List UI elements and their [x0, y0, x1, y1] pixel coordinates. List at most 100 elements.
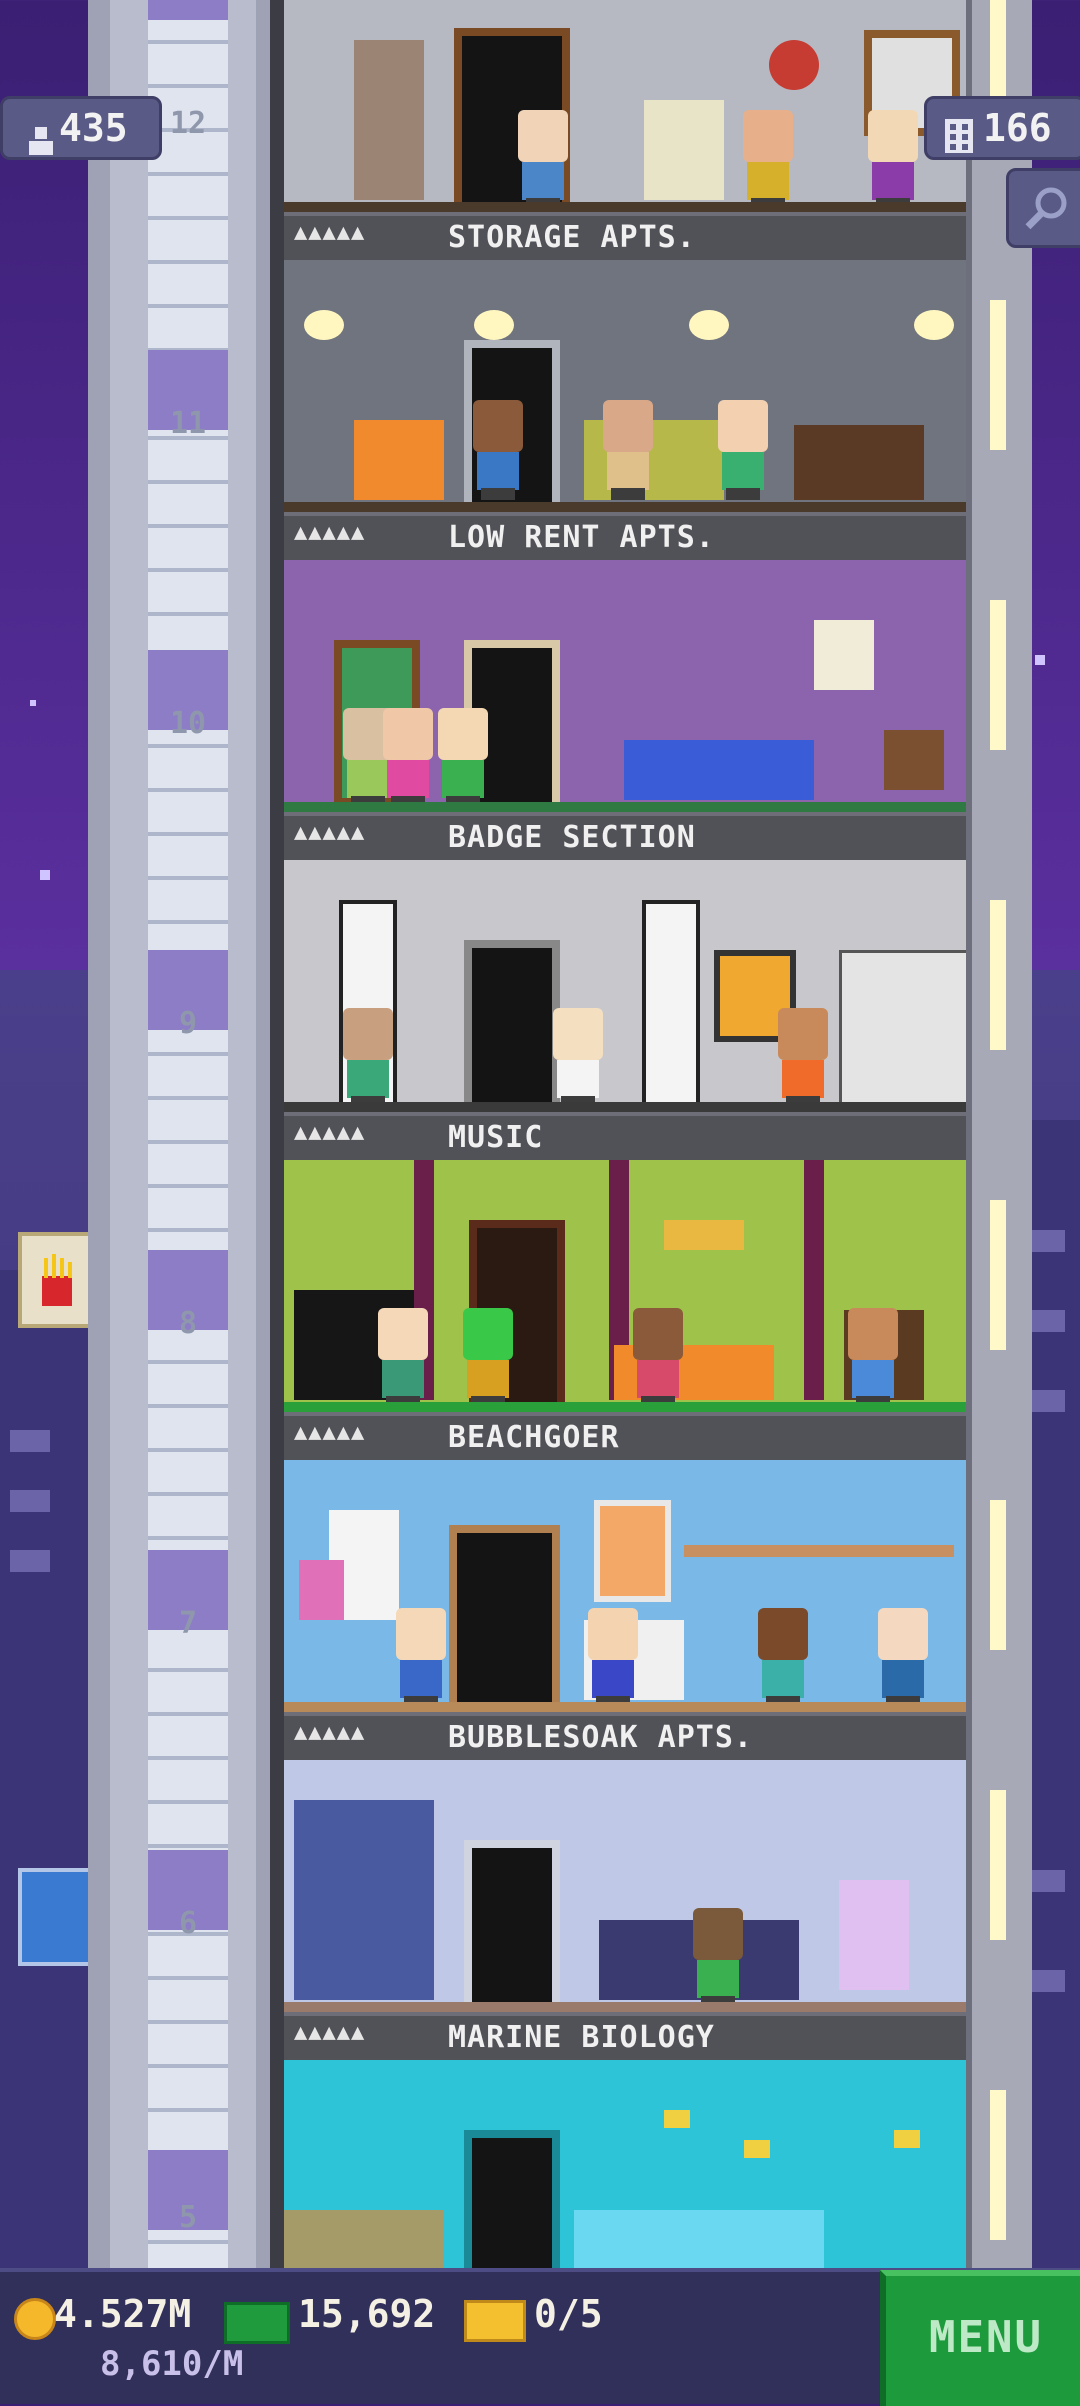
coin-icon — [14, 2298, 56, 2340]
ceiling-light — [304, 310, 344, 340]
floor-stars: ▲▲▲▲▲ — [294, 220, 366, 245]
bitizen[interactable] — [754, 1608, 812, 1708]
menu-button[interactable]: MENU — [880, 2270, 1080, 2406]
bitizen[interactable] — [774, 1008, 832, 1108]
bitizen[interactable] — [629, 1308, 687, 1408]
wall-shelf — [684, 1545, 954, 1557]
tickets-value: 0/5 — [534, 2292, 603, 2336]
floor-stars: ▲▲▲▲▲ — [294, 820, 366, 845]
floor-name: STORAGE APTS. — [448, 220, 696, 255]
retro-computer — [644, 100, 724, 200]
vanity-mirror — [839, 1880, 909, 1990]
bitizen[interactable] — [739, 110, 797, 210]
bitizen[interactable] — [584, 1608, 642, 1708]
bitizen[interactable] — [392, 1608, 450, 1708]
bitizen[interactable] — [374, 1308, 432, 1408]
sky-star — [1035, 655, 1045, 665]
bitizen[interactable] — [874, 1608, 932, 1708]
bitizen[interactable] — [459, 1308, 517, 1408]
stories-value: 166 — [983, 106, 1052, 150]
floor-name: BUBBLESOAK APTS. — [448, 1720, 753, 1755]
floor-marine-biology[interactable] — [284, 1760, 966, 2012]
sky-star — [40, 870, 50, 880]
blue-sofa — [624, 740, 814, 800]
curtain — [804, 1160, 824, 1400]
floor-number: 11 — [169, 406, 207, 441]
television — [794, 425, 924, 500]
population-counter[interactable]: 435 — [0, 96, 162, 160]
retro-tv — [884, 730, 944, 790]
bitizen[interactable] — [689, 1908, 747, 2008]
bux-icon[interactable] — [224, 2302, 290, 2344]
floor-number: 10 — [169, 706, 207, 741]
bitizen[interactable] — [339, 1008, 397, 1108]
bitizen[interactable] — [549, 1008, 607, 1108]
floor-door — [464, 1840, 560, 2012]
floor-number: 5 — [178, 2200, 198, 2235]
ticket-icon[interactable] — [464, 2300, 526, 2342]
bitizen[interactable] — [599, 400, 657, 500]
ceiling-light — [914, 310, 954, 340]
fish — [744, 2140, 770, 2158]
ceiling-light — [474, 310, 514, 340]
floor-stars: ▲▲▲▲▲ — [294, 1120, 366, 1145]
floor-door — [449, 1525, 560, 1712]
bitizen[interactable] — [714, 400, 772, 500]
bitizen[interactable] — [844, 1308, 902, 1408]
coral-reef — [284, 2210, 444, 2270]
floor-name: BEACHGOER — [448, 1420, 620, 1455]
floor-number: 9 — [178, 1006, 198, 1041]
floor-low-rent-apts[interactable] — [284, 260, 966, 512]
floor-storage-apts[interactable] — [284, 0, 966, 212]
fish-tank-cabinet — [574, 2210, 824, 2270]
column — [642, 900, 700, 1108]
floor-banner[interactable]: ▲▲▲▲▲ BADGE SECTION — [284, 812, 966, 866]
floor-aquarium[interactable] — [284, 2060, 966, 2270]
beach-poster — [594, 1500, 671, 1602]
fish — [894, 2130, 920, 2148]
bitizen[interactable] — [514, 110, 572, 210]
dartboard — [769, 40, 819, 90]
floor-stars: ▲▲▲▲▲ — [294, 1720, 366, 1745]
population-value: 435 — [59, 106, 128, 150]
magnifier-icon — [1023, 183, 1071, 235]
floor-music[interactable] — [284, 860, 966, 1112]
floor-banner[interactable]: ▲▲▲▲▲ BEACHGOER — [284, 1412, 966, 1466]
background-window — [10, 1490, 50, 1512]
person-icon — [29, 113, 53, 155]
pink-lamp — [299, 1560, 344, 1620]
background-window — [10, 1430, 50, 1452]
background-window — [10, 1550, 50, 1572]
bitizen[interactable] — [434, 708, 492, 808]
stories-counter[interactable]: 166 — [924, 96, 1080, 160]
floor-banner[interactable]: ▲▲▲▲▲ STORAGE APTS. — [284, 212, 966, 266]
ceiling-light — [689, 310, 729, 340]
floor-banner[interactable]: ▲▲▲▲▲ BUBBLESOAK APTS. — [284, 1712, 966, 1766]
elevator-shaft[interactable]: 12 11 10 9 8 7 6 5 — [88, 0, 284, 2270]
bitizen[interactable] — [379, 708, 437, 808]
floor-banner[interactable]: ▲▲▲▲▲ MARINE BIOLOGY — [284, 2012, 966, 2066]
chandelier — [664, 1220, 744, 1250]
floor-number: 6 — [178, 1906, 198, 1941]
floor-number: 8 — [178, 1306, 198, 1341]
background-building — [0, 1270, 90, 2270]
search-button[interactable] — [1006, 168, 1080, 248]
floor-number: 7 — [178, 1606, 198, 1641]
canopy-bed — [294, 1800, 434, 2000]
bitizen[interactable] — [469, 400, 527, 500]
floor-badge-section[interactable] — [284, 560, 966, 812]
tower-right-wall — [966, 0, 1032, 2270]
bitizen[interactable] — [864, 110, 922, 210]
floor-door — [464, 940, 560, 1112]
bux-value: 15,692 — [298, 2292, 436, 2336]
building-icon — [945, 111, 973, 153]
plant-decor — [354, 40, 424, 200]
floor-stars: ▲▲▲▲▲ — [294, 520, 366, 545]
floor-name: LOW RENT APTS. — [448, 520, 715, 555]
floor-banner[interactable]: ▲▲▲▲▲ LOW RENT APTS. — [284, 512, 966, 566]
floor-beachgoer[interactable] — [284, 1160, 966, 1412]
floor-bubblesoak-apts[interactable] — [284, 1460, 966, 1712]
floor-banner[interactable]: ▲▲▲▲▲ MUSIC — [284, 1112, 966, 1166]
floor-name: MARINE BIOLOGY — [448, 2020, 715, 2055]
floor-name: BADGE SECTION — [448, 820, 696, 855]
